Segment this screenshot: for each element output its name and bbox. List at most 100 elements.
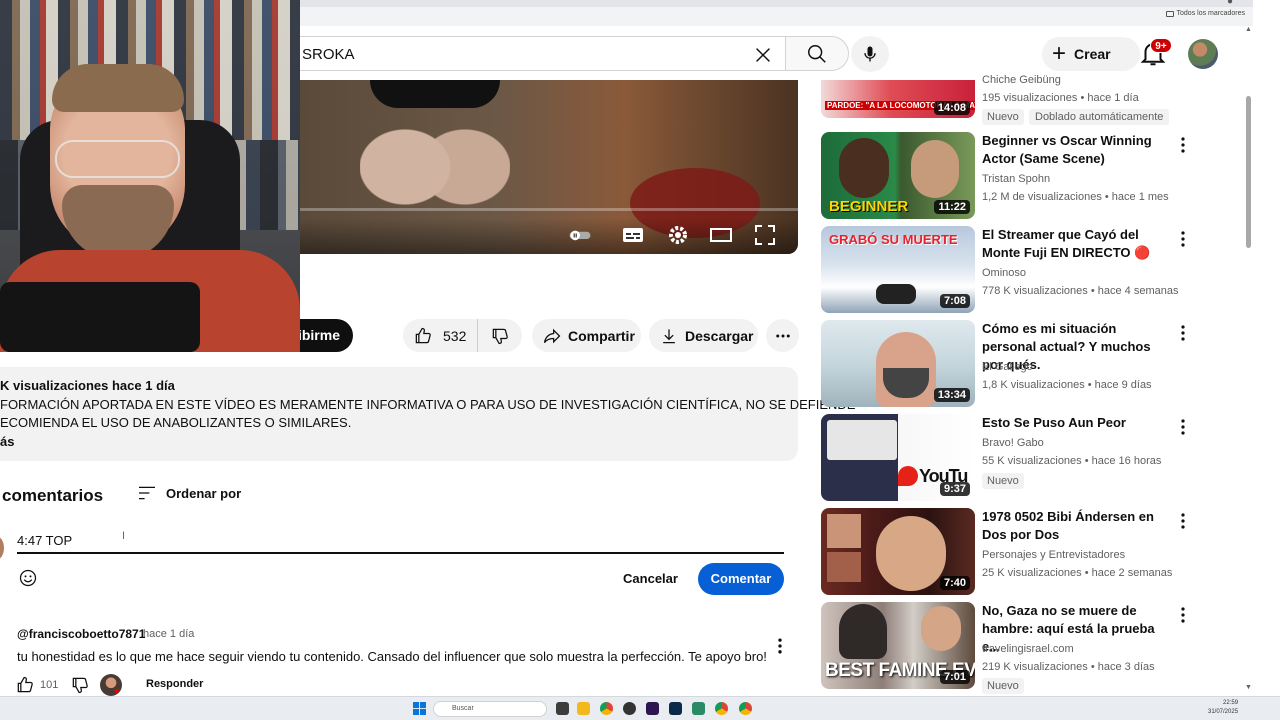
recommendation-thumbnail[interactable]: 7:40 [821, 508, 975, 595]
autoplay-toggle-icon[interactable] [568, 223, 592, 247]
comment-time[interactable]: hace 1 día [143, 628, 194, 640]
subtitles-icon[interactable] [621, 223, 645, 247]
recommendation-channel[interactable]: Bravo! Gabo [982, 437, 1044, 449]
photoshop-icon[interactable] [669, 702, 682, 715]
submit-comment-button[interactable]: Comentar [698, 563, 784, 595]
share-button[interactable]: Compartir [532, 319, 641, 352]
scroll-up-arrow-icon[interactable]: ▲ [1245, 26, 1252, 33]
taskbar-search-input[interactable]: Buscar [433, 701, 547, 717]
recommendation-item[interactable]: 7:40 1978 0502 Bibi Ándersen en Dos por … [821, 508, 1191, 596]
video-progress-bar[interactable] [300, 208, 798, 211]
recommendation-title[interactable]: Esto Se Puso Aun Peor [982, 414, 1172, 432]
search-input[interactable]: SROKA [300, 36, 785, 71]
more-vertical-icon[interactable] [1176, 230, 1190, 248]
cancel-comment-button[interactable]: Cancelar [612, 563, 689, 595]
reply-button[interactable]: Responder [146, 678, 203, 690]
more-actions-button[interactable] [766, 319, 799, 352]
chrome-profile-icon[interactable] [715, 702, 728, 715]
share-label: Compartir [568, 327, 635, 344]
chrome-icon[interactable] [600, 702, 613, 715]
premiere-icon[interactable] [646, 702, 659, 715]
recommendation-channel[interactable]: Tristan Spohn [982, 173, 1050, 185]
task-view-icon[interactable] [556, 702, 569, 715]
more-vertical-icon[interactable] [1176, 418, 1190, 436]
clear-search-icon[interactable] [752, 44, 774, 66]
taskbar-clock[interactable]: 22:59 31/07/2025 [1208, 699, 1238, 717]
recommendation-item[interactable]: BEGINNER 11:22 Beginner vs Oscar Winning… [821, 132, 1191, 220]
page-scrollbar[interactable]: ▲ ▼ [1243, 26, 1253, 694]
recommendation-channel[interactable]: El Gallego [982, 361, 1033, 373]
recommendation-item[interactable]: YouTu 9:37 Esto Se Puso Aun Peor Bravo! … [821, 414, 1191, 502]
scrollbar-thumb[interactable] [1246, 96, 1251, 248]
description-show-more[interactable]: ás [0, 434, 14, 449]
comment-dislike-icon[interactable] [70, 675, 90, 695]
more-vertical-icon[interactable] [1176, 606, 1190, 624]
settings-gear-icon[interactable] [666, 223, 690, 247]
browser-menu-icon[interactable]: ● [1227, 0, 1233, 7]
description-line-2: ECOMIENDA EL USO DE ANABOLIZANTES O SIMI… [0, 415, 352, 430]
thumbs-down-icon [492, 328, 508, 344]
webcam-microphone [0, 282, 200, 352]
comment-author[interactable]: @franciscoboetto7871 [17, 627, 145, 641]
recommendation-thumbnail[interactable]: YouTu 9:37 [821, 414, 975, 501]
recommendation-thumbnail[interactable]: GRABÓ SU MUERTE 7:08 [821, 226, 975, 313]
microphone-icon [864, 46, 876, 62]
thumbnail-feet [876, 284, 916, 304]
search-button[interactable] [785, 36, 849, 71]
duration-badge: 7:08 [939, 294, 970, 308]
recommendation-item[interactable]: GRABÓ SU MUERTE 7:08 El Streamer que Cay… [821, 226, 1191, 314]
recommendation-item[interactable]: 13:34 Cómo es mi situación personal actu… [821, 320, 1191, 408]
recommendation-title[interactable]: El Streamer que Cayó del Monte Fuji EN D… [982, 226, 1172, 262]
comment-more-icon[interactable] [770, 636, 790, 656]
file-explorer-icon[interactable] [577, 702, 590, 715]
recommendation-thumbnail[interactable]: 13:34 [821, 320, 975, 407]
recommendation-thumbnail[interactable]: BEST FAMINE EVER 7:01 [821, 602, 975, 689]
thumbnail-photo-1 [827, 514, 861, 548]
search-icon [808, 44, 826, 63]
recommendation-title[interactable]: 1978 0502 Bibi Ándersen en Dos por Dos [982, 508, 1172, 544]
all-bookmarks-folder[interactable]: Todos los marcadores [1165, 10, 1245, 17]
fullscreen-icon[interactable] [753, 223, 777, 247]
dislike-button[interactable] [478, 326, 522, 346]
create-button[interactable]: + Crear [1042, 37, 1140, 71]
create-label: Crear [1074, 46, 1111, 62]
sort-comments-button[interactable]: Ordenar por [137, 485, 241, 501]
download-label: Descargar [685, 327, 754, 344]
composer-avatar [0, 536, 4, 560]
more-vertical-icon[interactable] [1176, 512, 1190, 530]
like-button[interactable]: 532 [403, 319, 478, 352]
video-description[interactable]: K visualizaciones hace 1 día FORMACIÓN A… [0, 367, 855, 461]
video-player[interactable] [300, 80, 798, 254]
theater-mode-icon[interactable] [709, 223, 733, 247]
duration-badge: 9:37 [939, 482, 970, 496]
recommendation-channel[interactable]: Ominoso [982, 267, 1026, 279]
recommendation-item[interactable]: BEST FAMINE EVER 7:01 No, Gaza no se mue… [821, 602, 1191, 694]
account-avatar[interactable] [1188, 39, 1218, 69]
recommendation-channel[interactable]: travelingisrael.com [982, 643, 1074, 655]
recommendation-title[interactable]: Beginner vs Oscar Winning Actor (Same Sc… [982, 132, 1172, 168]
webcam-hair [52, 64, 184, 112]
recommendation-meta: 778 K visualizaciones • hace 4 semanas [982, 285, 1179, 297]
comment-like-icon[interactable] [15, 675, 35, 695]
duration-badge: 13:34 [933, 388, 970, 402]
windows-start-icon[interactable] [413, 702, 426, 715]
app-icon[interactable] [692, 702, 705, 715]
duration-badge: 7:01 [939, 670, 970, 684]
chrome-window-icon[interactable] [739, 702, 752, 715]
thumbnail-caption: GRABÓ SU MUERTE [829, 232, 958, 247]
duration-badge: 14:08 [933, 101, 970, 115]
comment-input[interactable]: 4:47 TOP [17, 533, 72, 548]
recommendation-thumbnail[interactable]: BEGINNER 11:22 [821, 132, 975, 219]
recommendation-channel[interactable]: Chiche Geibüng [982, 74, 1061, 86]
recommendation-thumbnail[interactable]: PARDOE: "A LA LOCOMOTORA LA MATO 14:08 [821, 80, 975, 118]
like-count: 532 [443, 327, 467, 344]
emoji-icon[interactable] [18, 568, 38, 588]
share-arrow-icon [543, 328, 561, 343]
more-vertical-icon[interactable] [1176, 136, 1190, 154]
scroll-down-arrow-icon[interactable]: ▼ [1245, 684, 1252, 691]
more-vertical-icon[interactable] [1176, 324, 1190, 342]
voice-search-button[interactable] [851, 36, 889, 72]
download-button[interactable]: Descargar [649, 319, 758, 352]
obs-icon[interactable] [623, 702, 636, 715]
recommendation-channel[interactable]: Personajes y Entrevistadores [982, 549, 1125, 561]
